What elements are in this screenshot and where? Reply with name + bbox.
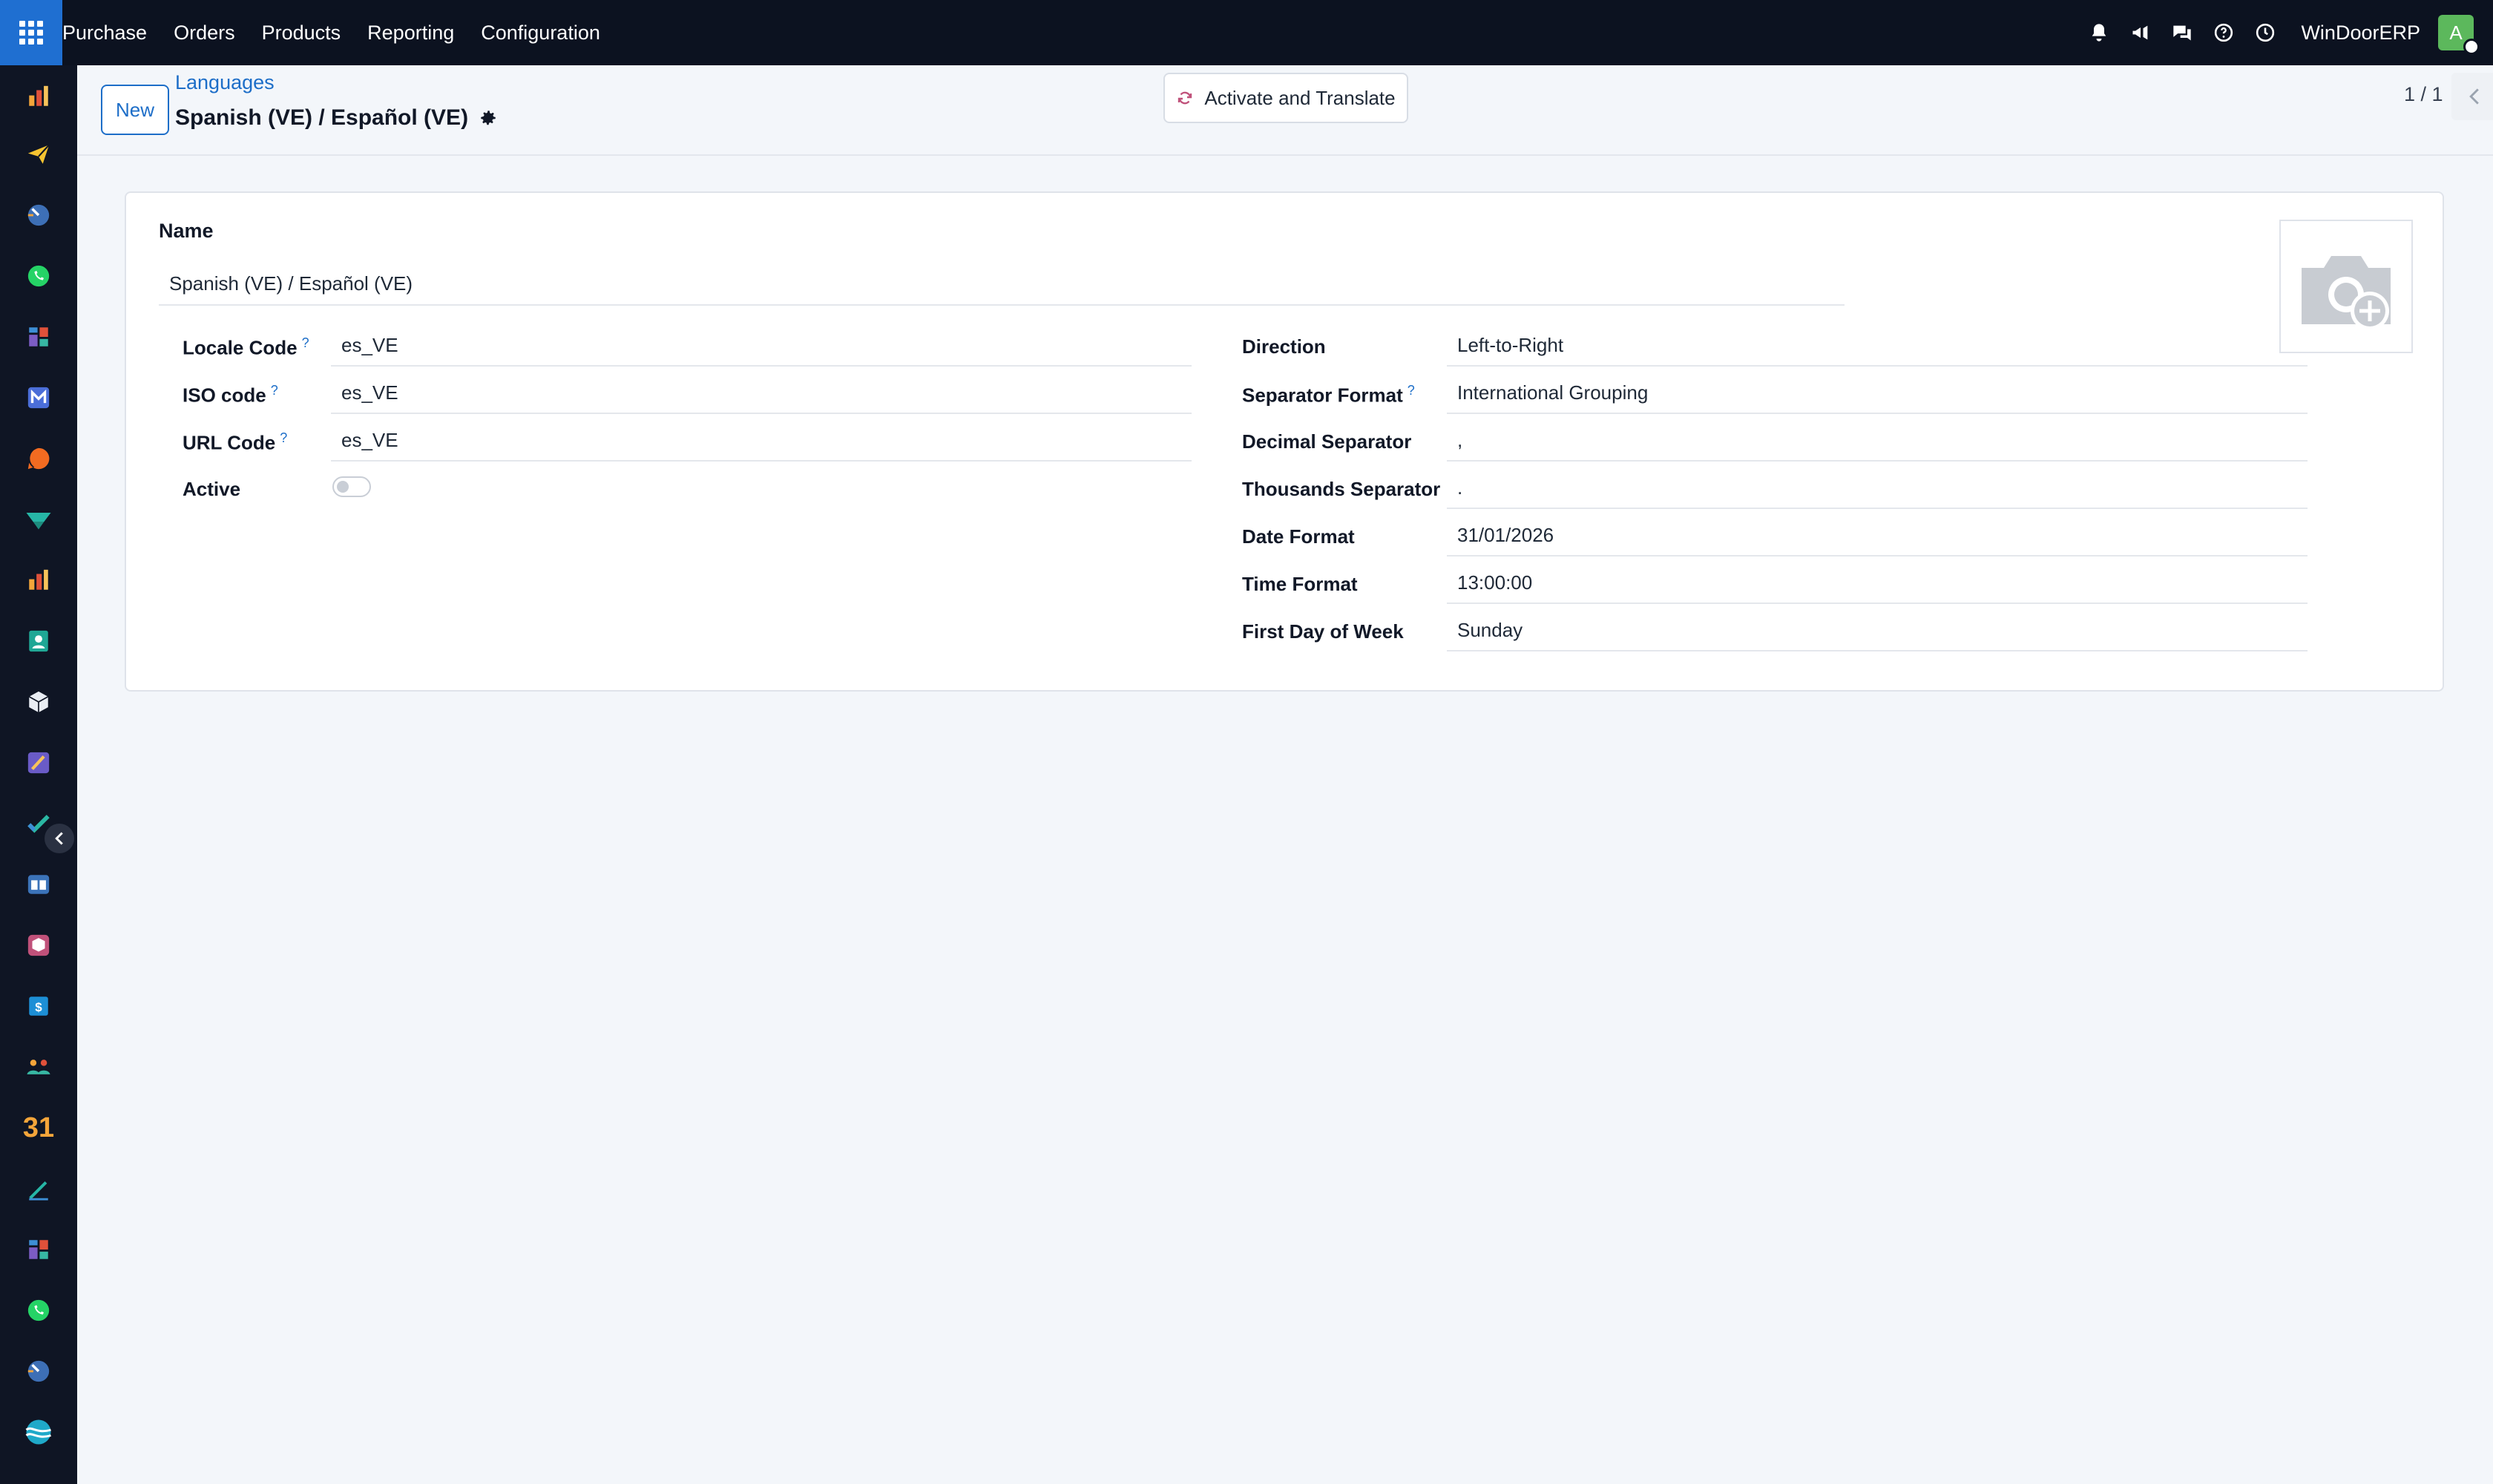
- url-code-label-text: URL Code: [183, 431, 276, 454]
- chevron-left-icon: [2469, 88, 2479, 105]
- team-app-icon[interactable]: [24, 1052, 53, 1082]
- time-format-label: Time Format: [1242, 573, 1358, 596]
- reports-app-icon[interactable]: [24, 565, 53, 595]
- first-day-of-week-field[interactable]: Sunday: [1447, 610, 2308, 651]
- chat-icon[interactable]: [2164, 15, 2200, 50]
- sales-app-icon[interactable]: [24, 82, 53, 111]
- locale-code-label-text: Locale Code: [183, 336, 298, 359]
- direction-label: Direction: [1242, 335, 1326, 358]
- url-code-label: URL Code?: [183, 430, 287, 455]
- record-title: Spanish (VE) / Español (VE): [175, 105, 498, 131]
- sidebar-collapse-button[interactable]: [45, 824, 74, 853]
- control-panel: New Languages Spanish (VE) / Español (VE…: [77, 65, 2493, 156]
- calendar-day-label: 31: [22, 1112, 55, 1143]
- mail-app-icon[interactable]: [24, 383, 53, 413]
- vendor-app-icon[interactable]: [24, 505, 53, 534]
- sign-app-icon[interactable]: [24, 1174, 53, 1204]
- record-title-text: Spanish (VE) / Español (VE): [175, 105, 469, 130]
- discuss-app-icon[interactable]: [24, 444, 53, 473]
- breadcrumb-languages[interactable]: Languages: [175, 71, 275, 94]
- url-code-help[interactable]: ?: [280, 430, 287, 445]
- contacts-app-icon[interactable]: [24, 626, 53, 656]
- dashboard-app-icon-2[interactable]: [24, 1356, 53, 1386]
- inventory-app-icon[interactable]: [24, 687, 53, 717]
- time-format-label-text: Time Format: [1242, 573, 1358, 595]
- activate-label: Activate and Translate: [1204, 86, 1396, 109]
- direction-field[interactable]: Left-to-Right: [1447, 325, 2308, 367]
- new-button[interactable]: New: [101, 85, 169, 135]
- studio-app-icon[interactable]: [24, 748, 53, 778]
- first-day-of-week-label-text: First Day of Week: [1242, 620, 1404, 643]
- company-name[interactable]: WinDoorERP: [2301, 22, 2420, 45]
- avatar-initial: A: [2449, 21, 2463, 44]
- grid-app-icon-2[interactable]: [24, 1235, 53, 1264]
- bell-icon[interactable]: [2081, 15, 2117, 50]
- systray: WinDoorERP A: [2075, 0, 2493, 65]
- pager-value[interactable]: 1 / 1: [2404, 83, 2443, 106]
- url-code-field[interactable]: es_VE: [331, 420, 1192, 462]
- refresh-icon: [1176, 89, 1194, 107]
- send-app-icon[interactable]: [24, 139, 53, 169]
- apps-grid-icon: [19, 21, 43, 45]
- first-day-of-week-label: First Day of Week: [1242, 620, 1404, 643]
- knowledge-app-icon[interactable]: [24, 870, 53, 899]
- separator-format-help[interactable]: ?: [1408, 383, 1415, 398]
- name-label: Name: [159, 220, 214, 242]
- main-menu: Purchase Orders Products Reporting Confi…: [62, 0, 627, 65]
- active-toggle[interactable]: [332, 476, 371, 497]
- time-format-field[interactable]: 13:00:00: [1447, 562, 2308, 604]
- top-navbar: Purchase Orders Products Reporting Confi…: [0, 0, 2493, 65]
- clock-icon[interactable]: [2247, 15, 2283, 50]
- app-switcher-button[interactable]: [0, 0, 62, 65]
- date-format-label-text: Date Format: [1242, 525, 1355, 548]
- dashboard-app-icon[interactable]: [24, 200, 53, 230]
- iso-code-label-text: ISO code: [183, 384, 266, 407]
- date-format-label: Date Format: [1242, 525, 1355, 548]
- separator-format-label: Separator Format?: [1242, 383, 1415, 407]
- locale-code-help[interactable]: ?: [302, 335, 309, 350]
- iso-code-field[interactable]: es_VE: [331, 372, 1192, 414]
- app-sidebar: $ 31: [0, 65, 77, 1484]
- thousands-separator-label: Thousands Separator: [1242, 478, 1440, 501]
- menu-configuration[interactable]: Configuration: [481, 22, 600, 45]
- iso-code-help[interactable]: ?: [271, 383, 278, 398]
- locale-code-label: Locale Code?: [183, 335, 309, 360]
- help-icon[interactable]: [2206, 15, 2241, 50]
- menu-reporting[interactable]: Reporting: [367, 22, 454, 45]
- calendar-app-icon[interactable]: 31: [22, 1112, 55, 1143]
- name-field[interactable]: Spanish (VE) / Español (VE): [159, 263, 1845, 306]
- decimal-separator-label: Decimal Separator: [1242, 430, 1411, 453]
- form-sheet: Name Spanish (VE) / Español (VE) Locale …: [125, 191, 2444, 692]
- whatsapp-app-icon[interactable]: [24, 261, 53, 291]
- separator-format-label-text: Separator Format: [1242, 384, 1403, 407]
- iso-code-label: ISO code?: [183, 383, 278, 407]
- package-app-icon[interactable]: [24, 930, 53, 960]
- menu-orders[interactable]: Orders: [174, 22, 235, 45]
- decimal-separator-field[interactable]: ,: [1447, 420, 2308, 462]
- active-label: Active: [183, 478, 241, 500]
- invoice-app-icon[interactable]: $: [24, 991, 53, 1021]
- user-avatar[interactable]: A: [2438, 15, 2480, 55]
- grid-app-icon[interactable]: [24, 322, 53, 352]
- gear-icon[interactable]: [479, 108, 498, 128]
- decimal-separator-label-text: Decimal Separator: [1242, 430, 1412, 453]
- menu-purchase[interactable]: Purchase: [62, 22, 147, 45]
- megaphone-icon[interactable]: [2123, 15, 2158, 50]
- camera-add-icon: [2302, 256, 2391, 330]
- menu-products[interactable]: Products: [262, 22, 341, 45]
- chevron-left-icon: [55, 832, 63, 845]
- direction-label-text: Direction: [1242, 335, 1326, 358]
- locale-code-field[interactable]: es_VE: [331, 325, 1192, 367]
- status-dot: [2463, 39, 2480, 55]
- date-format-field[interactable]: 31/01/2026: [1447, 515, 2308, 556]
- thousands-separator-field[interactable]: .: [1447, 467, 2308, 509]
- thousands-separator-label-text: Thousands Separator: [1242, 478, 1441, 500]
- wave-app-icon[interactable]: [24, 1417, 53, 1447]
- separator-format-field[interactable]: International Grouping: [1447, 372, 2308, 414]
- svg-text:$: $: [35, 1000, 42, 1014]
- pager-previous-button[interactable]: [2451, 73, 2493, 120]
- activate-and-translate-button[interactable]: Activate and Translate: [1163, 73, 1408, 123]
- whatsapp-app-icon-2[interactable]: [24, 1296, 53, 1325]
